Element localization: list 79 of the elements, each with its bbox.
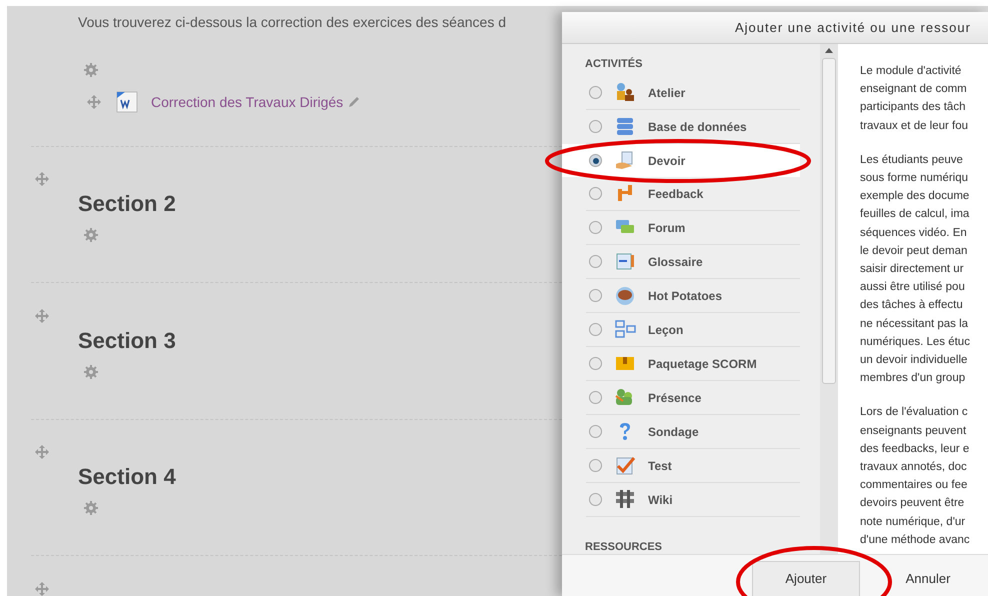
description-line: feuilles de calcul, ima	[860, 207, 970, 222]
radio-button[interactable]	[589, 323, 602, 336]
radio-button[interactable]	[589, 425, 602, 438]
activity-label[interactable]: Hot Potatoes	[648, 286, 722, 304]
description-line: participants des tâch	[860, 100, 966, 116]
activity-label[interactable]: Leçon	[648, 320, 684, 338]
description-line: des tâches à effectu	[860, 298, 964, 314]
settings-icon[interactable]	[83, 62, 99, 78]
move-icon[interactable]	[85, 94, 103, 110]
description-line: membres d'un group	[860, 371, 966, 386]
module-icon	[614, 116, 636, 138]
description-line: enseignants peuvent	[860, 424, 968, 439]
radio-button[interactable]	[589, 289, 602, 302]
move-icon[interactable]	[33, 308, 51, 324]
add-button[interactable]: Ajouter	[752, 560, 860, 596]
section-title: Section 3	[78, 326, 176, 354]
radio-button[interactable]	[589, 459, 602, 472]
radio-button[interactable]	[589, 86, 602, 99]
activity-label[interactable]: Sondage	[648, 422, 699, 440]
radio-button[interactable]	[589, 221, 602, 234]
activity-label[interactable]: Base de données	[648, 118, 747, 136]
move-icon[interactable]	[33, 581, 51, 596]
settings-icon[interactable]	[83, 227, 99, 243]
radio-button[interactable]	[589, 120, 602, 133]
move-icon[interactable]	[33, 171, 51, 187]
category-heading: RESSOURCES	[584, 540, 664, 554]
activity-label[interactable]: Glossaire	[648, 252, 703, 270]
description-line: saisir directement ur	[860, 262, 965, 278]
module-icon	[614, 318, 636, 340]
description-line: note numérique, d'ur	[860, 514, 966, 530]
description-line: Le module d'activité	[860, 64, 962, 79]
description-line: travaux et de leur fou	[860, 118, 970, 134]
activity-label[interactable]: Test	[648, 456, 672, 474]
section-title: Section 2	[78, 190, 176, 218]
description-line: d'une méthode avanc	[860, 532, 971, 548]
description-line: Lors de l'évaluation c	[860, 405, 969, 420]
dialog-title: Ajouter une activité ou une ressour	[735, 18, 971, 37]
activity-label[interactable]: Devoir	[648, 152, 686, 170]
description-line: enseignant de comm	[860, 82, 968, 98]
description-line: travaux annotés, doc	[860, 460, 968, 476]
module-icon	[614, 454, 636, 476]
description-line: exemple des docume	[860, 189, 970, 204]
radio-button[interactable]	[589, 255, 602, 268]
description-line: commentaires ou fee	[860, 478, 968, 494]
description-line: Les étudiants peuve	[860, 152, 964, 168]
description-line: ne nécessitant pas la	[860, 316, 970, 332]
scroll-up-icon[interactable]	[825, 48, 833, 53]
description-line: des feedbacks, leur e	[860, 442, 970, 457]
module-icon	[614, 250, 636, 272]
description-line: numériques. Les étuc	[860, 334, 971, 350]
module-icon	[614, 82, 636, 104]
description-line: devoirs peuvent être	[860, 496, 966, 512]
activity-label[interactable]: Wiki	[648, 490, 673, 508]
activity-label[interactable]: Feedback	[648, 184, 704, 202]
radio-button[interactable]	[589, 391, 602, 404]
activity-label[interactable]: Paquetage SCORM	[648, 354, 757, 372]
radio-button[interactable]	[589, 154, 602, 167]
module-icon	[614, 284, 636, 306]
activity-label[interactable]: Présence	[648, 388, 702, 406]
settings-icon[interactable]	[83, 500, 99, 516]
radio-button[interactable]	[589, 357, 602, 370]
move-icon[interactable]	[33, 444, 51, 460]
section-title: Section 4	[78, 463, 176, 491]
activity-label[interactable]: Atelier	[648, 84, 686, 102]
description-line: le devoir peut deman	[860, 244, 968, 259]
description-line: aussi être utilisé pou	[860, 280, 966, 296]
edit-icon[interactable]	[347, 95, 362, 109]
intro-text: Vous trouverez ci-dessous la correction des exercices des séances d	[78, 13, 506, 32]
document-icon	[115, 90, 139, 114]
radio-button[interactable]	[589, 493, 602, 506]
radio-button[interactable]	[589, 187, 602, 200]
resource-link[interactable]: Correction des Travaux Dirigés	[151, 92, 344, 112]
module-icon	[614, 488, 636, 510]
category-heading: ACTIVITÉS	[584, 56, 644, 72]
description-line: un devoir individuelle	[860, 353, 968, 368]
settings-icon[interactable]	[83, 364, 99, 380]
description-line: séquences vidéo. En	[860, 226, 968, 241]
activity-label[interactable]: Forum	[648, 218, 686, 236]
description-line: sous forme numériqu	[860, 171, 970, 186]
